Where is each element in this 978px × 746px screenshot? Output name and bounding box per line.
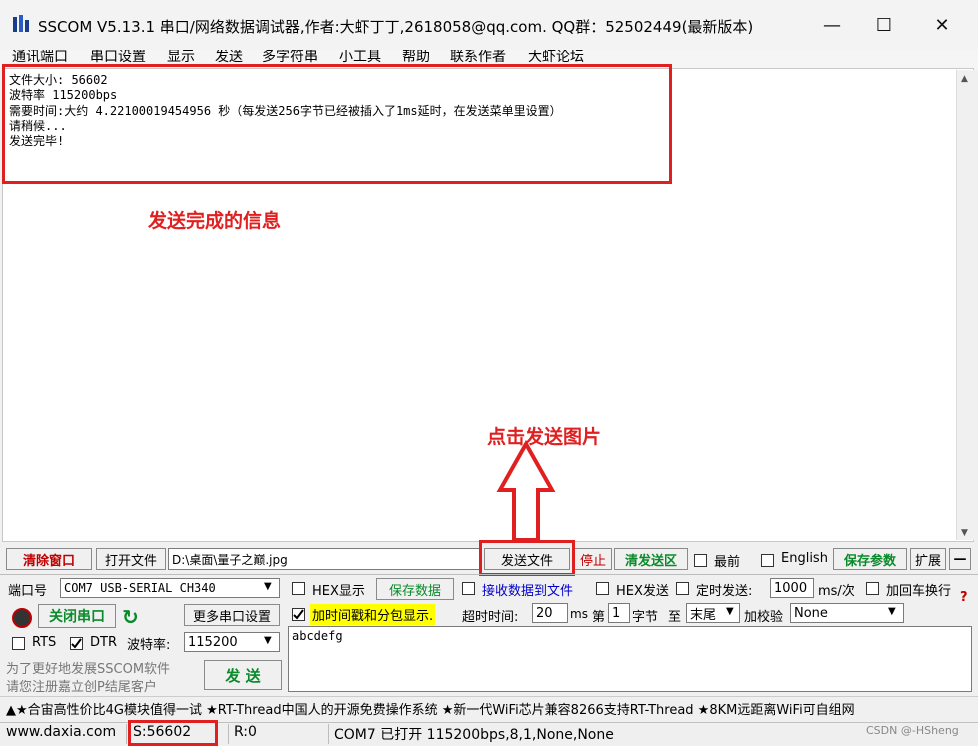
recv-to-file-checkbox[interactable] xyxy=(462,582,475,595)
minimize-button[interactable]: — xyxy=(812,8,852,42)
stop-button[interactable]: 停止 xyxy=(574,548,612,570)
chevron-down-icon[interactable]: ▼ xyxy=(726,606,734,617)
close-port-button[interactable]: 关闭串口 xyxy=(38,604,116,628)
nth-input[interactable]: 1 xyxy=(608,603,630,623)
english-checkbox[interactable] xyxy=(761,554,774,567)
timeout-input[interactable]: 20 xyxy=(532,603,568,623)
annotation-box-send-file xyxy=(479,540,575,576)
maximize-button[interactable]: ☐ xyxy=(864,8,904,42)
append-newline-label: 加回车换行 xyxy=(886,584,952,599)
annotation-done-info: 发送完成的信息 xyxy=(148,210,282,232)
timeout-unit: ms xyxy=(570,607,588,621)
topmost-checkbox[interactable] xyxy=(694,554,707,567)
english-label: English xyxy=(781,551,828,566)
checksum-select[interactable]: None xyxy=(790,603,904,623)
more-serial-settings-button[interactable]: 更多串口设置 xyxy=(184,604,280,626)
promo-text-1: 为了更好地发展SSCOM软件 xyxy=(6,662,171,677)
divider xyxy=(328,724,329,744)
chevron-down-icon[interactable]: ▼ xyxy=(888,606,896,617)
interval-input[interactable]: 1000 xyxy=(770,578,814,598)
close-button[interactable]: ✕ xyxy=(922,8,962,42)
help-question-icon[interactable]: ? xyxy=(960,590,968,605)
ticker-text[interactable]: ▲★合宙高性价比4G模块值得一试 ★RT-Thread中国人的开源免费操作系统 … xyxy=(6,699,972,718)
nth-label: 第 xyxy=(592,610,606,625)
send-text: abcdefg xyxy=(292,629,343,643)
timestamp-label: 加时间戳和分包显示. xyxy=(310,604,436,625)
append-newline-checkbox[interactable] xyxy=(866,582,879,595)
save-data-button[interactable]: 保存数据 xyxy=(376,578,454,600)
hex-send-label: HEX发送 xyxy=(616,584,669,599)
status-site[interactable]: www.daxia.com xyxy=(6,724,116,740)
rts-checkbox[interactable] xyxy=(12,637,25,650)
interval-unit: ms/次 xyxy=(818,584,855,599)
scroll-down-arrow-icon[interactable]: ▼ xyxy=(961,528,968,538)
output-scrollbar[interactable] xyxy=(956,70,974,540)
chevron-down-icon[interactable]: ▼ xyxy=(264,635,272,646)
scroll-up-arrow-icon[interactable]: ▲ xyxy=(961,74,968,84)
hex-display-checkbox[interactable] xyxy=(292,582,305,595)
app-icon xyxy=(12,14,32,34)
port-select[interactable]: COM7 USB-SERIAL CH340 xyxy=(60,578,280,598)
timed-send-label: 定时发送: xyxy=(696,584,753,599)
divider xyxy=(0,574,978,575)
port-label: 端口号 xyxy=(8,584,48,599)
watermark: CSDN @-HSheng xyxy=(866,724,959,737)
chevron-down-icon[interactable]: ▼ xyxy=(264,581,272,592)
divider xyxy=(126,724,127,744)
hex-send-checkbox[interactable] xyxy=(596,582,609,595)
arrow-up-icon xyxy=(496,440,556,542)
annotation-box-sent xyxy=(128,720,218,746)
timeout-label: 超时时间: xyxy=(462,610,519,625)
annotation-box-output xyxy=(2,64,672,184)
timed-send-checkbox[interactable] xyxy=(676,582,689,595)
dtr-label: DTR xyxy=(90,635,117,650)
timestamp-checkbox[interactable] xyxy=(292,608,305,621)
divider xyxy=(228,724,229,744)
collapse-button[interactable]: — xyxy=(949,548,971,570)
port-status-icon xyxy=(12,608,32,628)
rts-label: RTS xyxy=(32,635,57,650)
send-text-area[interactable]: abcdefg xyxy=(288,626,972,692)
hex-display-label: HEX显示 xyxy=(312,584,365,599)
baud-label: 波特率: xyxy=(127,638,171,653)
checksum-label: 加校验 xyxy=(744,610,784,625)
byte-label: 字节 xyxy=(632,610,659,625)
recv-to-file-label: 接收数据到文件 xyxy=(482,584,574,599)
status-port-state: COM7 已打开 115200bps,8,1,None,None xyxy=(334,727,614,743)
refresh-icon[interactable]: ↻ xyxy=(122,605,139,629)
open-file-button[interactable]: 打开文件 xyxy=(96,548,166,570)
save-params-button[interactable]: 保存参数 xyxy=(833,548,907,570)
topmost-label: 最前 xyxy=(714,555,741,570)
clear-window-button[interactable]: 清除窗口 xyxy=(6,548,92,570)
status-recv-count: R:0 xyxy=(234,724,257,740)
send-button[interactable]: 发 送 xyxy=(204,660,282,690)
to-label: 至 xyxy=(668,610,682,625)
expand-button[interactable]: 扩展 xyxy=(910,548,946,570)
window-title: SSCOM V5.13.1 串口/网络数据调试器,作者:大虾丁丁,2618058… xyxy=(38,18,754,36)
promo-text-2: 请您注册嘉立创P结尾客户 xyxy=(6,680,157,695)
file-path-input[interactable]: D:\桌面\量子之巅.jpg xyxy=(168,548,480,570)
clear-send-button[interactable]: 清发送区 xyxy=(614,548,688,570)
dtr-checkbox[interactable] xyxy=(70,637,83,650)
